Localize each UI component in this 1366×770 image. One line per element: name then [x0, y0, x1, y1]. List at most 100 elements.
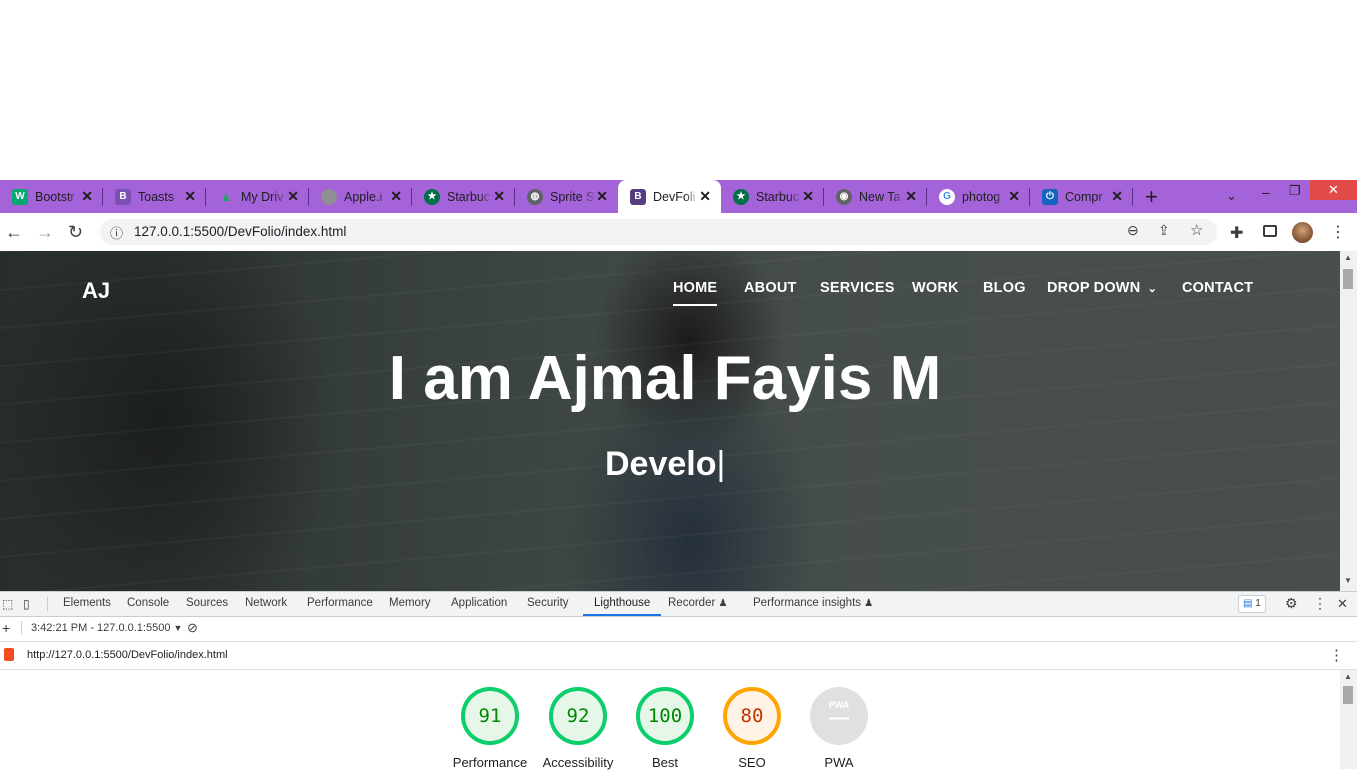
close-tab-icon[interactable]: ✕ [81, 188, 93, 205]
score-value: 100 [647, 705, 683, 727]
close-devtools-icon[interactable]: ✕ [1337, 596, 1348, 612]
tab-title: Compr [1065, 189, 1103, 204]
close-tab-icon[interactable]: ✕ [1111, 188, 1123, 205]
tab-application[interactable]: Application [451, 597, 507, 609]
close-tab-icon[interactable]: ✕ [596, 188, 608, 205]
url-text[interactable]: 127.0.0.1:5500/DevFolio/index.html [134, 224, 346, 239]
score-gauge-seo[interactable]: 80 [723, 687, 781, 745]
browser-toolbar: ← → ↻ ⓘ 127.0.0.1:5500/DevFolio/index.ht… [0, 213, 1357, 251]
site-info-icon[interactable]: ⓘ [110, 223, 123, 242]
extensions-icon[interactable]: ✚ [1230, 223, 1243, 243]
tab-title: Starbuc [756, 189, 800, 204]
close-tab-icon[interactable]: ✕ [493, 188, 505, 205]
close-tab-icon[interactable]: ✕ [699, 188, 711, 205]
scroll-up-icon[interactable]: ▲ [1344, 253, 1352, 262]
nav-services[interactable]: SERVICES [820, 280, 895, 296]
side-panel-icon[interactable] [1263, 225, 1277, 237]
score-value: 91 [478, 705, 502, 727]
forward-icon[interactable]: → [36, 222, 54, 243]
restore-icon[interactable]: ❐ [1289, 183, 1301, 199]
close-tab-icon[interactable]: ✕ [390, 188, 402, 205]
clear-reports-icon[interactable]: ⊘ [187, 620, 198, 636]
inspect-element-icon[interactable]: ⬚ [2, 597, 13, 611]
nav-contact[interactable]: CONTACT [1182, 280, 1253, 296]
score-gauge-pwa[interactable]: PWA — [810, 687, 868, 745]
browser-tab[interactable]: ◍ Sprite S ✕ [515, 180, 618, 213]
tab-recorder[interactable]: Recorder ♟ [668, 597, 727, 609]
issues-count: 1 [1255, 598, 1261, 609]
report-selector[interactable]: 3:42:21 PM - 127.0.0.1:5500 ▼ [31, 622, 182, 634]
close-tab-icon[interactable]: ✕ [905, 188, 917, 205]
site-logo[interactable]: AJ [82, 278, 110, 304]
browser-tab[interactable]: B Toasts ✕ [103, 180, 206, 213]
bookmark-star-icon[interactable]: ☆ [1190, 221, 1203, 239]
report-url[interactable]: http://127.0.0.1:5500/DevFolio/index.htm… [27, 649, 228, 661]
tab-memory[interactable]: Memory [389, 597, 431, 609]
nav-about[interactable]: ABOUT [744, 280, 797, 296]
hero-overlay [0, 251, 1340, 591]
close-tab-icon[interactable]: ✕ [287, 188, 299, 205]
minimize-icon[interactable]: – [1262, 184, 1270, 200]
close-window-icon[interactable]: ✕ [1310, 180, 1357, 200]
browser-tab[interactable]: ◉ New Ta ✕ [824, 180, 927, 213]
nav-dropdown-label: DROP DOWN [1047, 280, 1141, 296]
browser-tab[interactable]: ★ Starbuc ✕ [721, 180, 824, 213]
report-url-bar: http://127.0.0.1:5500/DevFolio/index.htm… [0, 642, 1357, 670]
address-bar[interactable]: ⓘ 127.0.0.1:5500/DevFolio/index.html ⊖ ⇪… [100, 219, 1217, 245]
device-toolbar-icon[interactable]: ▯ [23, 597, 30, 611]
nav-dropdown[interactable]: DROP DOWN ⌄ [1047, 280, 1157, 296]
menu-kebab-icon[interactable]: ⋮ [1330, 222, 1346, 242]
tab-performance-insights[interactable]: Performance insights ♟ [753, 597, 873, 609]
close-tab-icon[interactable]: ✕ [1008, 188, 1020, 205]
avatar[interactable] [1292, 222, 1313, 243]
share-icon[interactable]: ⇪ [1158, 222, 1170, 239]
tab-performance-insights-label: Performance insights [753, 597, 862, 609]
browser-tab[interactable]: Apple.i ✕ [309, 180, 412, 213]
settings-gear-icon[interactable]: ⚙ [1285, 595, 1298, 612]
nav-work[interactable]: WORK [912, 280, 959, 296]
browser-tab[interactable]: G photog ✕ [927, 180, 1030, 213]
issues-badge[interactable]: ▤ 1 [1238, 595, 1266, 613]
tab-elements[interactable]: Elements [63, 597, 111, 609]
browser-tab-active[interactable]: B DevFoli ✕ [618, 180, 721, 213]
browser-tab[interactable]: ▲ My Driv ✕ [206, 180, 309, 213]
apple-icon [321, 188, 337, 205]
scrollbar-thumb[interactable] [1343, 269, 1353, 289]
tab-console[interactable]: Console [127, 597, 169, 609]
tab-security[interactable]: Security [527, 597, 569, 609]
browser-tab[interactable]: W Bootstr ✕ [0, 180, 103, 213]
score-gauge-performance[interactable]: 91 [461, 687, 519, 745]
back-icon[interactable]: ← [5, 222, 23, 243]
browser-tab[interactable]: ⏻ Compr ✕ [1030, 180, 1133, 213]
new-report-icon[interactable]: + [2, 620, 10, 636]
zoom-icon[interactable]: ⊖ [1127, 222, 1139, 239]
tab-sources[interactable]: Sources [186, 597, 228, 609]
starbucks-icon: ★ [424, 188, 440, 205]
reload-icon[interactable]: ↻ [68, 222, 83, 243]
score-gauge-best-practices[interactable]: 100 [636, 687, 694, 745]
close-tab-icon[interactable]: ✕ [802, 188, 814, 205]
tab-title: Starbuc [447, 189, 491, 204]
page-scrollbar[interactable]: ▲ ▼ [1340, 251, 1357, 591]
tab-title: My Driv [241, 189, 284, 204]
tab-lighthouse[interactable]: Lighthouse [582, 597, 662, 616]
tab-performance[interactable]: Performance [307, 597, 373, 609]
scroll-up-icon[interactable]: ▲ [1344, 672, 1352, 681]
devtools-scrollbar[interactable]: ▲ [1340, 670, 1357, 769]
nav-blog[interactable]: BLOG [983, 280, 1026, 296]
tab-title: Apple.i [344, 189, 383, 204]
report-menu-icon[interactable]: ⋮ [1329, 646, 1344, 664]
google-drive-icon: ▲ [219, 189, 233, 204]
tab-search-icon[interactable]: ⌄ [1226, 188, 1237, 204]
scrollbar-thumb[interactable] [1343, 686, 1353, 704]
devtools-more-icon[interactable]: ⋮ [1313, 595, 1327, 612]
nav-home[interactable]: HOME [673, 280, 718, 306]
score-gauge-accessibility[interactable]: 92 [549, 687, 607, 745]
tab-network[interactable]: Network [245, 597, 287, 609]
close-tab-icon[interactable]: ✕ [184, 188, 196, 205]
scroll-down-icon[interactable]: ▼ [1344, 576, 1352, 585]
bootstrap-icon: B [630, 188, 646, 205]
score-value: 92 [566, 705, 590, 727]
new-tab-button[interactable]: + [1145, 184, 1158, 210]
browser-tab[interactable]: ★ Starbuc ✕ [412, 180, 515, 213]
